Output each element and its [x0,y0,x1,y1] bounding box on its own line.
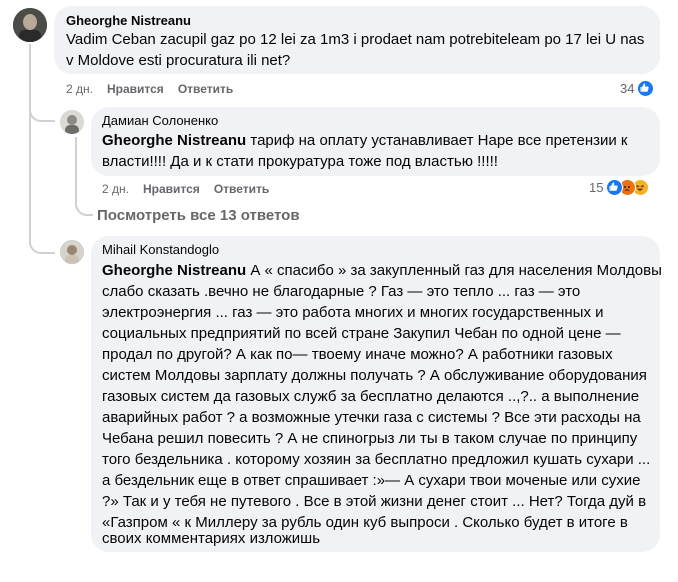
reaction-count: 15 [589,180,604,195]
reply-text-part: тариф на оплату устанавливает Наре все п… [246,132,628,149]
reply-text-line: продал по другой? А как по— твоему иначе… [102,346,613,363]
reaction-count: 34 [620,81,635,96]
reply-button[interactable]: Ответить [214,182,269,196]
comment-meta: 2 дн. Нравится Ответить [66,82,247,96]
reactions[interactable]: 34 [620,80,655,97]
reply-button[interactable]: Ответить [178,82,233,96]
avatar-damian[interactable] [60,110,84,134]
mention-link[interactable]: Gheorghe Nistreanu [102,132,246,149]
reply-text-line: ?» Так и у тебя не путевого . Все в этой… [102,493,647,510]
avatar-mihail[interactable] [60,240,84,264]
thread-connector [29,224,55,254]
thread-line [75,137,77,207]
comment-text-line: Vadim Ceban zacupil gaz po 12 lei za 1m3… [66,31,645,48]
reply-text-line: Чебана решил повесить ? А не спиногрыз л… [102,430,638,447]
comment-author[interactable]: Gheorghe Nistreanu [66,13,191,28]
reply-text-line: систем Молдовы зарплату должны получать … [102,367,647,384]
reply-text-line: своих комментариях изложишь [102,530,321,547]
thumbs-up-icon [606,179,624,196]
reply-text-line: того бездельника . которому хозяин за бе… [102,451,651,468]
thread-line [29,44,31,244]
reply-text-line: аварийных работ ? а возможные утечки газ… [102,409,641,426]
reply-text-line: электроэнергия ... газ — это работа мног… [102,304,604,321]
reply-text-line: власти!!!! Да и к стати прокуратура тоже… [102,153,498,170]
reply-text-line: Gheorghe Nistreanu тариф на оплату устан… [102,130,628,151]
view-all-replies-link[interactable]: Посмотреть все 13 ответов [97,207,300,224]
reply-author[interactable]: Дамиан Солоненко [102,113,218,128]
avatar-gheorghe[interactable] [13,8,47,42]
reply-text-line: Gheorghe Nistreanu А « спасибо » за заку… [102,260,662,281]
reactions[interactable]: 15 [589,179,650,196]
thread-connector [29,100,55,122]
mention-link[interactable]: Gheorghe Nistreanu [102,262,246,279]
reply-text-line: газовых систем да газовых служб за беспл… [102,388,640,405]
reply-text-line: социальных предприятий по всей стране За… [102,325,621,342]
comment-text-line: v Moldove esti procuratura ili net? [66,52,291,69]
reply-author[interactable]: Mihail Konstandoglo [102,242,219,257]
reply-time[interactable]: 2 дн. [102,182,129,196]
reply-text-line: а бездельник еще в ответ спрашивает :»— … [102,472,641,489]
thumbs-up-icon [637,80,655,97]
like-button[interactable]: Нравится [143,182,200,196]
reply-text-line: слабо сказать .вечно не благодарные ? Га… [102,283,581,300]
reply-text-part: А « спасибо » за закупленный газ для нас… [246,262,662,279]
comment-time[interactable]: 2 дн. [66,82,93,96]
thread-connector [75,198,93,216]
like-button[interactable]: Нравится [107,82,164,96]
reply-meta: 2 дн. Нравится Ответить [102,182,283,196]
